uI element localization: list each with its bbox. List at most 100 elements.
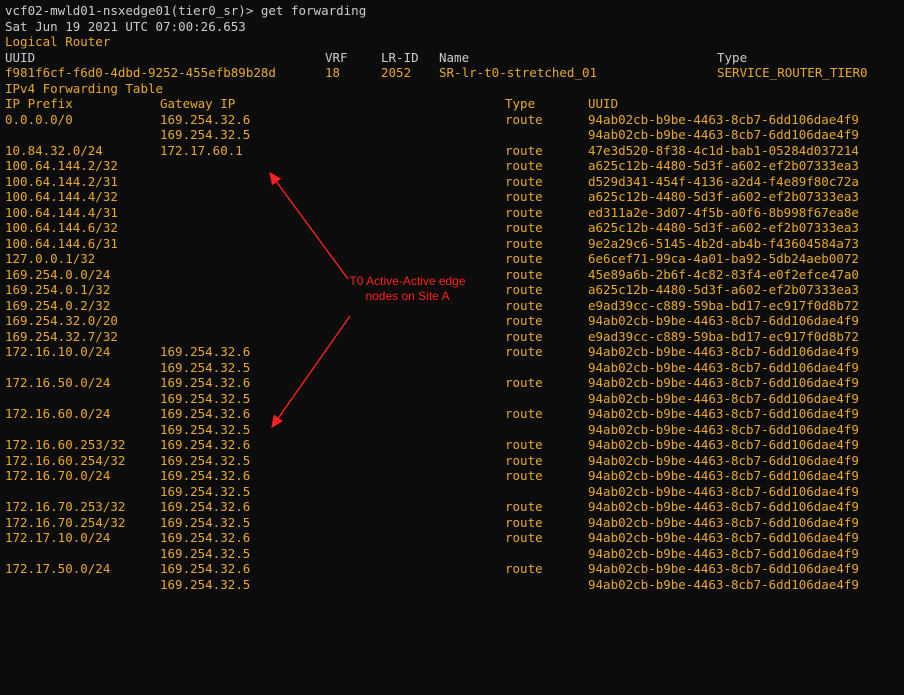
row-ip-prefix: 10.84.32.0/24 [5,142,103,158]
table-row: 172.16.50.0/24 169.254.32.6 route 94ab02cb-… [5,375,900,391]
header-type: Type [505,96,536,111]
row-gateway-ip: 169.254.32.6 [160,468,251,483]
row-gateway-ip: 169.254.32.6 [160,406,251,421]
router-header-type: Type [717,49,748,65]
row-gateway-ip: 169.254.32.6 [160,499,251,514]
table-row: 169.254.32.5 94ab02cb-b9be-4463-8cb7-6dd1… [5,422,900,438]
row-uuid: 94ab02cb-b9be-4463-8cb7-6dd106dae4f9 [588,406,859,421]
row-type: route [505,561,543,576]
row-gateway-ip: 169.254.32.6 [160,561,251,576]
row-uuid: 94ab02cb-b9be-4463-8cb7-6dd106dae4f9 [588,499,859,514]
forwarding-table-title: IPv4 Forwarding Table [5,80,164,96]
row-type: route [505,251,543,266]
row-gateway-ip: 169.254.32.5 [160,576,251,592]
row-ip-prefix: 172.16.60.254/32 [5,452,126,468]
annotation-line-1: T0 Active-Active edge [349,274,466,288]
table-row: 172.17.10.0/24 169.254.32.6 route 94ab02cb-… [5,530,900,546]
row-uuid: 94ab02cb-b9be-4463-8cb7-6dd106dae4f9 [588,359,859,375]
row-uuid: 9e2a29c6-5145-4b2d-ab4b-f43604584a73 [588,235,859,251]
table-row: 169.254.32.7/32 route e9ad39cc-c889-59ba-b… [5,329,900,345]
row-ip-prefix: 0.0.0.0/0 [5,111,73,127]
row-ip-prefix: 172.16.70.253/32 [5,499,126,514]
row-uuid: 94ab02cb-b9be-4463-8cb7-6dd106dae4f9 [588,514,859,530]
router-name: SR-lr-t0-stretched_01 [439,65,598,80]
timestamp-line: Sat Jun 19 2021 UTC 07:00:26.653 [5,18,246,34]
table-row: 100.64.144.6/32 route a625c12b-4480-5d3f-a… [5,220,900,236]
router-row: f981f6cf-f6d0-4dbd-9252-455efb89b28d 18 … [5,65,900,81]
router-type: SERVICE_ROUTER_TIER0 [717,65,868,80]
row-uuid: e9ad39cc-c889-59ba-bd17-ec917f0d8b72 [588,328,859,344]
row-type: route [505,266,543,282]
row-uuid: 45e89a6b-2b6f-4c82-83f4-e0f2efce47a0 [588,266,859,282]
row-ip-prefix: 169.254.32.0/20 [5,313,118,328]
row-ip-prefix: 169.254.0.0/24 [5,266,111,282]
row-ip-prefix: 172.17.10.0/24 [5,530,111,545]
row-ip-prefix: 100.64.144.2/32 [5,158,118,173]
row-ip-prefix: 172.16.10.0/24 [5,344,111,359]
table-row: 169.254.32.5 94ab02cb-b9be-4463-8cb7-6dd1… [5,391,900,407]
router-vrf: 18 [325,65,341,80]
row-uuid: 94ab02cb-b9be-4463-8cb7-6dd106dae4f9 [588,530,859,545]
table-row: 169.254.32.5 94ab02cb-b9be-4463-8cb7-6dd1… [5,127,900,143]
row-gateway-ip: 169.254.32.5 [160,483,251,499]
router-header-row: UUID VRF LR-ID Name Type [5,50,900,66]
table-row: 100.64.144.4/32 route a625c12b-4480-5d3f-a… [5,189,900,205]
row-uuid: 94ab02cb-b9be-4463-8cb7-6dd106dae4f9 [588,545,859,561]
row-type: route [505,142,543,158]
row-uuid: 94ab02cb-b9be-4463-8cb7-6dd106dae4f9 [588,111,859,127]
row-type: route [505,111,543,127]
row-gateway-ip: 172.17.60.1 [160,142,243,158]
row-type: route [505,173,543,189]
table-row: 127.0.0.1/32 route 6e6cef71-99ca-4a01-ba92… [5,251,900,267]
row-gateway-ip: 169.254.32.5 [160,390,251,406]
router-uuid: f981f6cf-f6d0-4dbd-9252-455efb89b28d [5,65,276,80]
row-uuid: 94ab02cb-b9be-4463-8cb7-6dd106dae4f9 [588,127,859,142]
row-type: route [505,514,543,530]
table-row: 169.254.32.5 94ab02cb-b9be-4463-8cb7-6dd1… [5,546,900,562]
row-gateway-ip: 169.254.32.6 [160,111,251,127]
row-type: route [505,313,543,328]
table-row: 169.254.32.5 94ab02cb-b9be-4463-8cb7-6dd1… [5,360,900,376]
table-row: 172.16.60.0/24 169.254.32.6 route 94ab02cb-… [5,406,900,422]
row-gateway-ip: 169.254.32.5 [160,359,251,375]
table-row: 0.0.0.0/0 169.254.32.6 route 94ab02cb-b9be-… [5,112,900,128]
row-gateway-ip: 169.254.32.5 [160,452,251,468]
row-uuid: d529d341-454f-4136-a2d4-f4e89f80c72a [588,173,859,189]
row-type: route [505,328,543,344]
router-header-vrf: VRF [325,49,348,65]
row-uuid: 94ab02cb-b9be-4463-8cb7-6dd106dae4f9 [588,313,859,328]
header-ip-prefix: IP Prefix [5,96,73,111]
row-type: route [505,158,543,173]
row-type: route [505,297,543,313]
annotation-line-2: nodes on Site A [365,289,450,303]
row-uuid: 94ab02cb-b9be-4463-8cb7-6dd106dae4f9 [588,437,859,452]
router-lr-id: 2052 [381,65,412,80]
row-uuid: 94ab02cb-b9be-4463-8cb7-6dd106dae4f9 [588,452,859,468]
table-row: 100.64.144.6/31 route 9e2a29c6-5145-4b2d-a… [5,236,900,252]
prompt-command-line: vcf02-mwld01-nsxedge01(tier0_sr)> get fo… [5,3,367,18]
row-type: route [505,452,543,468]
row-ip-prefix: 100.64.144.6/32 [5,220,118,235]
terminal-window[interactable]: vcf02-mwld01-nsxedge01(tier0_sr)> get fo… [0,0,904,695]
row-uuid: a625c12b-4480-5d3f-a602-ef2b07333ea3 [588,158,859,173]
row-uuid: e9ad39cc-c889-59ba-bd17-ec917f0d8b72 [588,297,859,313]
row-type: route [505,530,543,545]
row-ip-prefix: 100.64.144.2/31 [5,173,118,189]
row-ip-prefix: 172.16.50.0/24 [5,375,111,390]
row-type: route [505,468,543,483]
header-gateway-ip: Gateway IP [160,96,236,111]
row-type: route [505,406,543,421]
row-uuid: 94ab02cb-b9be-4463-8cb7-6dd106dae4f9 [588,483,859,499]
table-row: 172.16.70.254/32 169.254.32.5 route 94ab02c… [5,515,900,531]
table-row: 172.16.60.254/32 169.254.32.5 route 94ab02c… [5,453,900,469]
row-uuid: 94ab02cb-b9be-4463-8cb7-6dd106dae4f9 [588,375,859,390]
row-ip-prefix: 172.17.50.0/24 [5,561,111,576]
row-uuid: a625c12b-4480-5d3f-a602-ef2b07333ea3 [588,220,859,235]
table-row: 169.254.32.5 94ab02cb-b9be-4463-8cb7-6dd1… [5,484,900,500]
row-uuid: ed311a2e-3d07-4f5b-a0f6-8b998f67ea8e [588,204,859,220]
row-gateway-ip: 169.254.32.6 [160,375,251,390]
row-uuid: 94ab02cb-b9be-4463-8cb7-6dd106dae4f9 [588,390,859,406]
row-ip-prefix: 169.254.0.2/32 [5,297,111,313]
row-type: route [505,499,543,514]
table-row: 100.64.144.2/32 route a625c12b-4480-5d3f-a… [5,158,900,174]
